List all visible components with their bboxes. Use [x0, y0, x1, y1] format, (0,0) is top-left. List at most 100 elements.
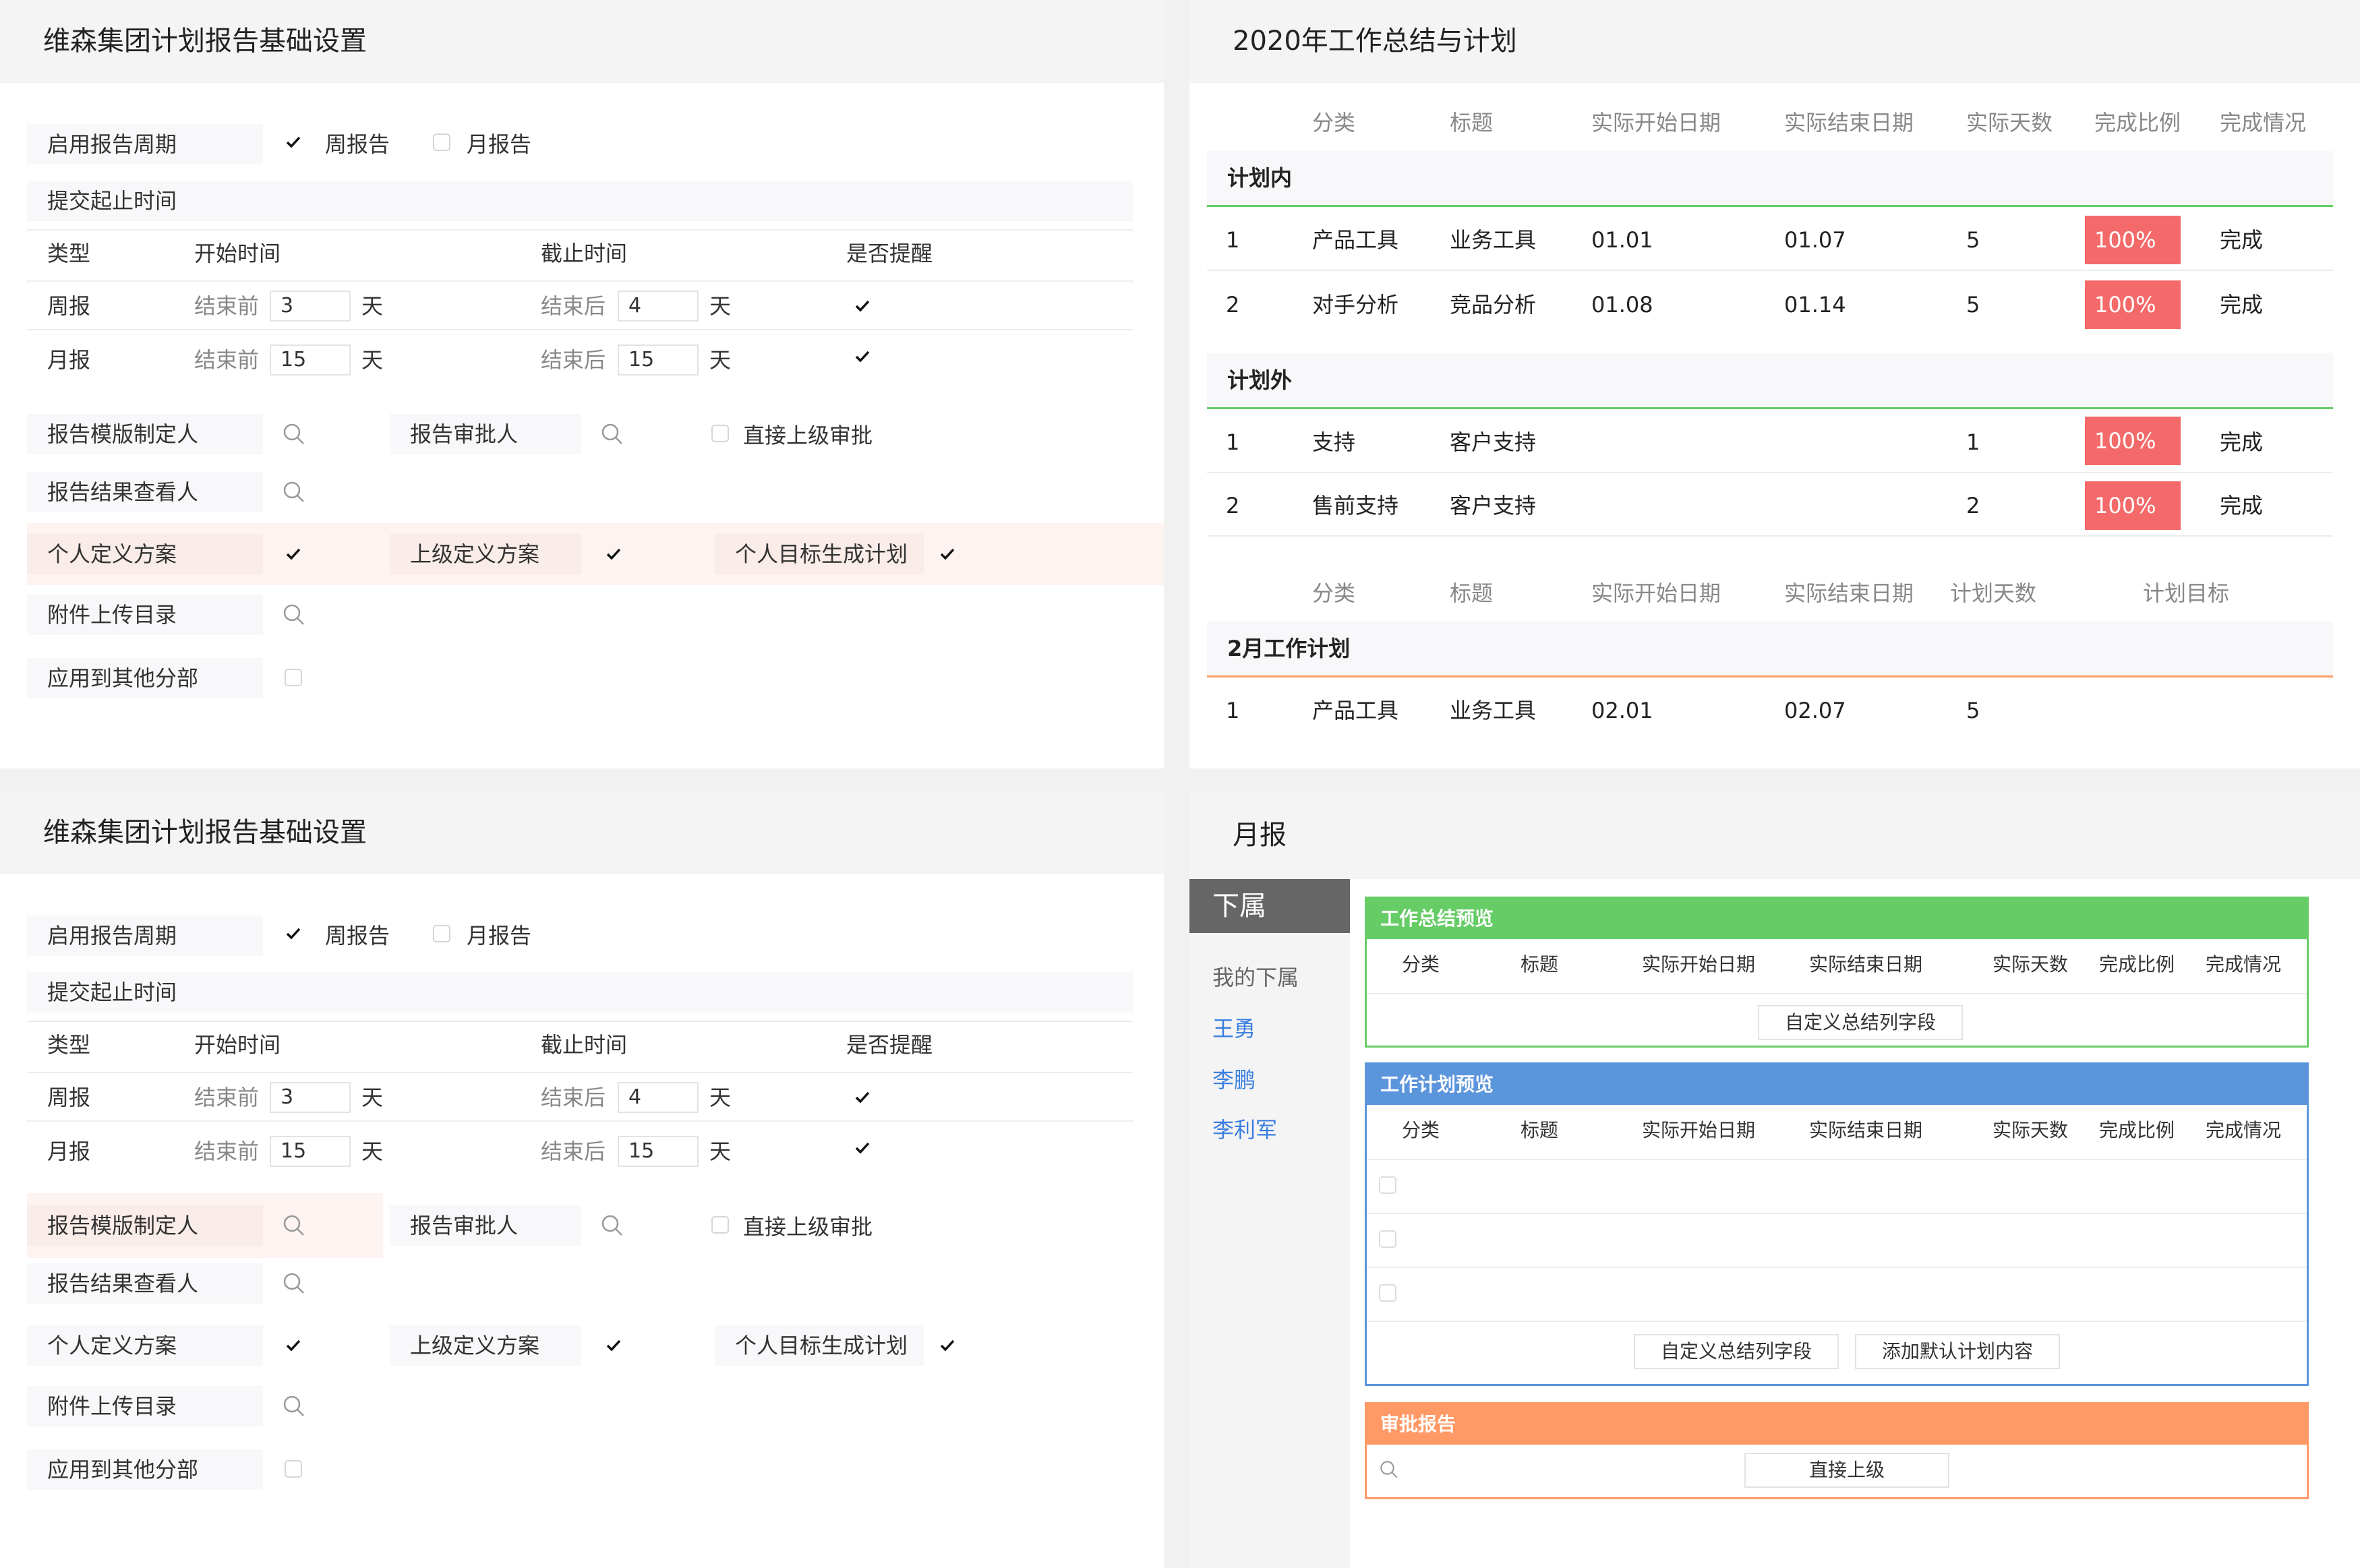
row-days: 5 [1966, 698, 1980, 723]
remind-checkbox[interactable] [854, 1089, 871, 1106]
col-header: 分类 [1402, 953, 1440, 975]
divider [27, 1120, 1133, 1122]
subordinate-link[interactable]: 李鹏 [1212, 1066, 1256, 1093]
divider [27, 329, 1133, 330]
search-icon[interactable] [282, 1271, 306, 1296]
col-remind: 是否提醒 [846, 1032, 933, 1058]
submit-time-label: 提交起止时间 [27, 972, 1133, 1013]
custom-fields-button[interactable]: 自定义总结列字段 [1634, 1334, 1839, 1369]
row-start: 01.08 [1591, 292, 1653, 318]
summary-panel: 2020年工作总结与计划 分类 标题 实际开始日期 实际结束日期 实际天数 完成… [1189, 0, 2360, 768]
divider [27, 1072, 1133, 1073]
row-end: 02.07 [1784, 698, 1846, 723]
row-category: 产品工具 [1312, 227, 1399, 253]
divider [1207, 270, 2333, 271]
add-default-plan-button[interactable]: 添加默认计划内容 [1855, 1334, 2060, 1369]
weekly-checkbox[interactable] [285, 925, 302, 942]
end-days-input[interactable]: 4 [618, 291, 699, 322]
summary-title: 2020年工作总结与计划 [1189, 0, 2360, 83]
col-header: 计划天数 [1950, 580, 2037, 606]
row-days: 5 [1966, 227, 1980, 253]
divider [1367, 1159, 2307, 1160]
end-days-input[interactable]: 15 [618, 344, 699, 375]
before-label: 结束前 [194, 293, 260, 319]
monthly-panel: 月报 下属 我的下属 王勇 李鹏 李利军 工作总结预览 分类 标题 实际开始日期… [1189, 791, 2360, 1568]
remind-checkbox[interactable] [854, 348, 871, 365]
row-checkbox[interactable] [1379, 1176, 1396, 1194]
col-start: 开始时间 [194, 1032, 281, 1058]
direct-approve-checkbox[interactable] [711, 1216, 729, 1234]
goal-plan-checkbox[interactable] [939, 545, 956, 563]
template-owner-label: 报告模版制定人 [27, 414, 263, 454]
col-header: 实际结束日期 [1809, 953, 1923, 975]
col-header: 标题 [1521, 1119, 1559, 1141]
out-plan-section: 计划外 [1207, 353, 2333, 407]
row-category: 产品工具 [1312, 698, 1399, 723]
search-icon[interactable] [282, 480, 306, 504]
section-rule [1207, 407, 2333, 409]
superior-plan-checkbox[interactable] [605, 545, 622, 563]
col-header: 计划目标 [2143, 580, 2230, 606]
direct-approve-checkbox[interactable] [711, 425, 729, 442]
direct-superior-button[interactable]: 直接上级 [1744, 1453, 1949, 1488]
search-icon[interactable] [282, 422, 306, 446]
end-days-input[interactable]: 4 [618, 1082, 699, 1113]
apply-others-checkbox[interactable] [285, 1460, 302, 1478]
end-days-input[interactable]: 15 [618, 1136, 699, 1167]
subordinate-sidebar: 下属 我的下属 王勇 李鹏 李利军 [1189, 879, 1350, 1568]
start-days-input[interactable]: 3 [270, 291, 351, 322]
divider [1367, 1321, 2307, 1322]
start-days-input[interactable]: 15 [270, 344, 351, 375]
card-header: 工作计划预览 [1367, 1064, 2307, 1105]
goal-plan-label: 个人目标生成计划 [715, 1325, 924, 1366]
subordinate-link[interactable]: 李利军 [1212, 1116, 1277, 1143]
search-icon[interactable] [600, 422, 624, 446]
plan-preview-card: 工作计划预览 分类 标题 实际开始日期 实际结束日期 实际天数 完成比例 完成情… [1365, 1062, 2309, 1386]
subordinate-link[interactable]: 王勇 [1212, 1015, 1256, 1042]
divider [27, 1021, 1133, 1022]
weekly-checkbox[interactable] [285, 133, 302, 151]
row-no: 1 [1226, 698, 1240, 723]
unit-label: 天 [709, 347, 732, 373]
monthly-checkbox[interactable] [433, 133, 450, 151]
before-label: 结束前 [194, 1139, 260, 1164]
monthly-checkbox[interactable] [433, 925, 450, 942]
row-title: 业务工具 [1450, 698, 1537, 723]
search-icon[interactable] [1379, 1459, 1399, 1480]
remind-checkbox[interactable] [854, 297, 871, 315]
my-subordinates-label: 我的下属 [1212, 965, 1299, 990]
row-category: 对手分析 [1312, 292, 1399, 318]
col-header: 实际开始日期 [1591, 580, 1721, 606]
row-type: 周报 [47, 1085, 91, 1110]
custom-fields-button[interactable]: 自定义总结列字段 [1758, 1005, 1963, 1040]
search-icon[interactable] [282, 1213, 306, 1238]
row-status: 完成 [2220, 292, 2264, 318]
col-header: 标题 [1450, 110, 1494, 135]
page-title: 维森集团计划报告基础设置 [0, 0, 1164, 83]
row-checkbox[interactable] [1379, 1230, 1396, 1248]
unit-label: 天 [709, 1139, 732, 1164]
personal-plan-checkbox[interactable] [285, 545, 302, 563]
weekly-label: 周报告 [325, 131, 390, 157]
monthly-label: 月报告 [467, 131, 532, 157]
remind-checkbox[interactable] [854, 1139, 871, 1157]
apply-others-checkbox[interactable] [285, 669, 302, 686]
search-icon[interactable] [600, 1213, 624, 1238]
divider [1367, 993, 2307, 994]
row-days: 1 [1966, 429, 1980, 455]
unit-label: 天 [709, 293, 732, 319]
col-end: 截止时间 [541, 241, 628, 266]
superior-plan-checkbox[interactable] [605, 1337, 622, 1354]
search-icon[interactable] [282, 1394, 306, 1418]
personal-plan-checkbox[interactable] [285, 1337, 302, 1354]
cycle-label: 启用报告周期 [27, 124, 263, 164]
row-type: 周报 [47, 293, 91, 319]
row-checkbox[interactable] [1379, 1284, 1396, 1302]
start-days-input[interactable]: 15 [270, 1136, 351, 1167]
col-header: 完成比例 [2094, 110, 2181, 135]
goal-plan-checkbox[interactable] [939, 1337, 956, 1354]
approver-label: 报告审批人 [390, 1205, 581, 1246]
divider [27, 280, 1133, 282]
search-icon[interactable] [282, 603, 306, 627]
start-days-input[interactable]: 3 [270, 1082, 351, 1113]
